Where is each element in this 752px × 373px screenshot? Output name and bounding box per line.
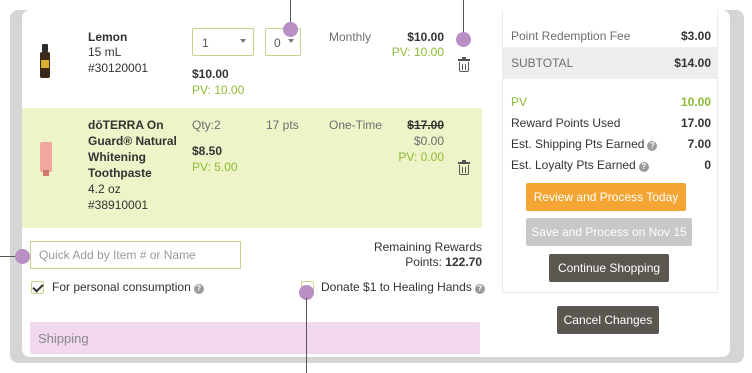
review-and-process-button[interactable]: Review and Process Today — [526, 183, 686, 211]
frequency-label: Monthly — [329, 30, 372, 44]
cancel-changes-button[interactable]: Cancel Changes — [557, 306, 659, 334]
quantity-text: Qty:2 — [192, 118, 221, 132]
unit-price: $8.50 — [192, 144, 223, 158]
annotation-line — [463, 0, 464, 34]
order-summary: Point Redemption Fee $3.00 SUBTOTAL $14.… — [502, 10, 718, 293]
unit-pv: PV: 10.00 — [192, 83, 245, 97]
item-name-line-2: Guard® Natural — [88, 134, 177, 148]
remaining-rewards-label: Remaining Rewards — [373, 240, 482, 254]
cart-panel: Lemon 15 mL #30120001 1 0 $10.00 PV: 10.… — [22, 10, 730, 357]
points-text: 17 pts — [266, 118, 299, 132]
item-size: 4.2 oz — [88, 182, 121, 196]
personal-consumption-row: For personal consumption? — [52, 280, 204, 294]
total-pv: PV: 10.00 — [391, 45, 444, 59]
help-icon[interactable]: ? — [193, 284, 204, 294]
donate-label: Donate $1 to Healing Hands — [321, 280, 472, 294]
total-price: $0.00 — [413, 134, 444, 148]
continue-shopping-button[interactable]: Continue Shopping — [549, 254, 669, 282]
help-icon[interactable]: ? — [474, 284, 485, 294]
annotation-marker — [456, 32, 471, 47]
annotation-line — [306, 298, 307, 373]
item-name-line-3: Whitening — [88, 150, 146, 164]
shipping-label: Shipping — [38, 331, 89, 346]
save-and-process-button[interactable]: Save and Process on Nov 15 — [526, 218, 692, 246]
item-sku: #30120001 — [88, 61, 149, 75]
annotation-marker — [15, 249, 30, 264]
personal-consumption-checkbox[interactable] — [31, 281, 44, 294]
quantity-select[interactable]: 1 — [192, 28, 254, 56]
shipping-section-header[interactable]: Shipping — [30, 322, 480, 354]
donate-row: Donate $1 to Healing Hands? — [321, 280, 485, 294]
annotation-marker — [283, 22, 298, 37]
chevron-down-icon — [288, 39, 294, 43]
item-size: 15 mL — [88, 45, 122, 59]
help-icon[interactable]: ? — [647, 141, 658, 151]
toothpaste-tube-image — [38, 142, 54, 176]
chevron-down-icon — [240, 39, 246, 43]
quick-add-input[interactable]: Quick Add by Item # or Name — [30, 241, 241, 269]
item-sku: #38910001 — [88, 198, 149, 212]
item-name: Lemon — [88, 30, 128, 44]
unit-pv: PV: 5.00 — [192, 160, 238, 174]
lemon-bottle-image — [40, 44, 50, 84]
total-pv: PV: 0.00 — [398, 150, 444, 164]
cart-item-toothpaste: dōTERRA On Guard® Natural Whitening Toot… — [22, 108, 482, 228]
trash-icon[interactable] — [458, 57, 470, 72]
help-icon[interactable]: ? — [638, 162, 649, 172]
total-price: $10.00 — [407, 30, 444, 44]
unit-price: $10.00 — [192, 67, 229, 81]
original-price: $17.00 — [407, 118, 444, 132]
frequency-label: One-Time — [329, 118, 382, 132]
item-name-line-4: Toothpaste — [88, 166, 152, 180]
trash-icon[interactable] — [458, 160, 470, 175]
remaining-rewards-points: Points: 122.70 — [405, 255, 482, 269]
personal-consumption-label: For personal consumption — [52, 280, 191, 294]
item-name-line-1: dōTERRA On — [88, 118, 164, 132]
